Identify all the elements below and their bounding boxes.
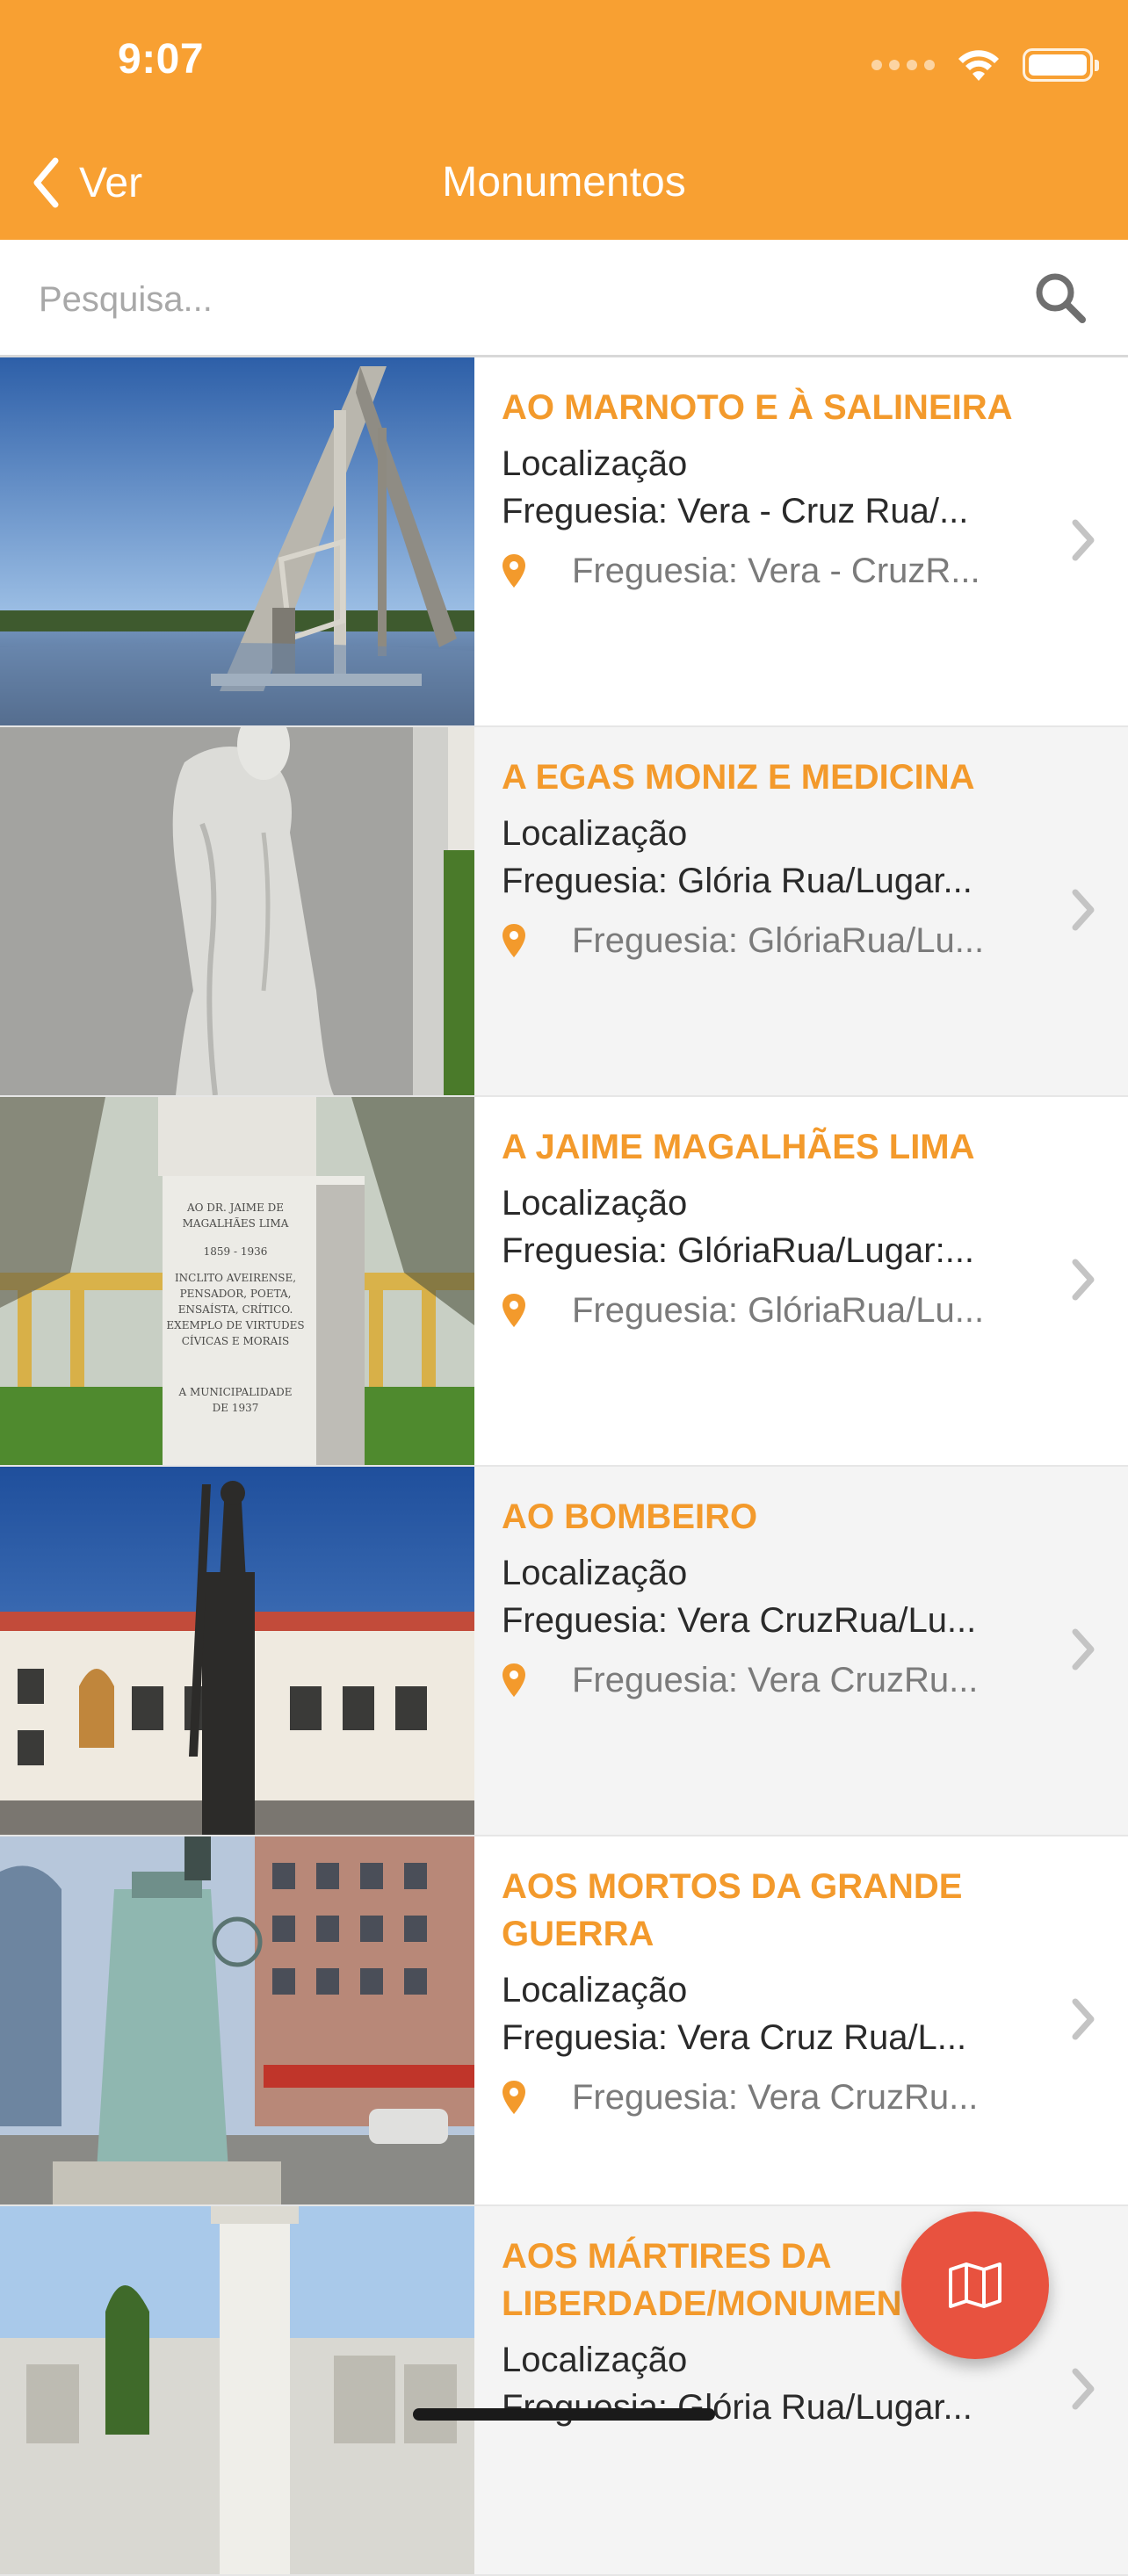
location-line: Freguesia: Glória Rua/Lugar...: [502, 2388, 973, 2427]
page-title: Monumentos: [442, 159, 686, 206]
item-content: A EGAS MONIZ E MEDICINA Localização Freg…: [502, 754, 1038, 964]
list-item[interactable]: A EGAS MONIZ E MEDICINA Localização Freg…: [0, 727, 1128, 1097]
location-line: Freguesia: Vera Cruz Rua/L...: [502, 2018, 967, 2057]
chevron-left-icon: [33, 157, 59, 208]
monument-thumbnail: AO DR. JAIME DE MAGALHÃES LIMA 1859 - 19…: [0, 1097, 474, 1465]
list-item[interactable]: AO MARNOTO E À SALINEIRA Localização Fre…: [0, 357, 1128, 727]
status-icons: [871, 39, 1099, 91]
plaque-line: A MUNICIPALIDADE: [177, 1386, 292, 1398]
map-pin-icon: [503, 554, 525, 588]
plaque-line: DE 1937: [213, 1402, 259, 1414]
address-text: Freguesia: Vera CruzRu...: [572, 1661, 979, 1699]
plaque-line: 1859 - 1936: [204, 1245, 268, 1258]
chevron-right-icon: [1072, 889, 1095, 931]
search-input[interactable]: [39, 264, 987, 335]
address-row: Freguesia: Vera CruzRu...: [502, 1656, 1038, 1704]
app-header: 9:07 Monumentos Ver: [0, 0, 1128, 240]
monument-thumbnail: [0, 357, 474, 725]
monument-thumbnail: [0, 2206, 474, 2574]
status-time: 9:07: [118, 36, 205, 83]
cellular-signal-icon: [871, 60, 935, 70]
address-row: Freguesia: GlóriaRua/Lu...: [502, 917, 1038, 964]
list-item[interactable]: AO DR. JAIME DE MAGALHÃES LIMA 1859 - 19…: [0, 1097, 1128, 1467]
battery-icon: [1023, 48, 1099, 82]
address-row: Freguesia: Vera - CruzR...: [502, 547, 1038, 595]
plaque-line: INCLITO AVEIRENSE,: [175, 1272, 296, 1284]
chevron-right-icon: [1072, 1998, 1095, 2040]
location-line: Freguesia: Glória Rua/Lugar...: [502, 862, 973, 900]
plaque-line: EXEMPLO DE VIRTUDES: [166, 1319, 304, 1331]
location-line: Freguesia: GlóriaRua/Lugar:...: [502, 1231, 975, 1270]
nav-title-wrap: Monumentos: [0, 148, 1128, 218]
location-label: Localização: [502, 1971, 688, 2010]
item-title: AO MARNOTO E À SALINEIRA: [502, 388, 1013, 427]
location-label: Localização: [502, 1184, 688, 1223]
plaque-line: MAGALHÃES LIMA: [183, 1216, 289, 1230]
item-title: A JAIME MAGALHÃES LIMA: [502, 1128, 975, 1166]
map-pin-icon: [503, 1294, 525, 1327]
search-bar: [0, 240, 1128, 357]
plaque-line: PENSADOR, POETA,: [180, 1288, 292, 1300]
home-indicator[interactable]: [413, 2408, 715, 2421]
address-row: Freguesia: GlóriaRua/Lu...: [502, 1287, 1038, 1334]
item-content: AOS MORTOS DA GRANDE GUERRA Localização …: [502, 1863, 1038, 2121]
item-title: AO BOMBEIRO: [502, 1497, 758, 1536]
address-text: Freguesia: GlóriaRua/Lu...: [572, 1291, 985, 1330]
wifi-icon: [958, 50, 999, 81]
chevron-right-icon: [1072, 2368, 1095, 2410]
monument-thumbnail: [0, 1467, 474, 1835]
list-item[interactable]: AOS MORTOS DA GRANDE GUERRA Localização …: [0, 1836, 1128, 2206]
map-view-button[interactable]: [901, 2212, 1049, 2359]
magnifier-icon[interactable]: [1033, 271, 1088, 325]
address-text: Freguesia: GlóriaRua/Lu...: [572, 921, 985, 960]
monument-thumbnail: [0, 1836, 474, 2204]
address-row: Freguesia: Vera CruzRu...: [502, 2074, 1038, 2121]
item-content: AO BOMBEIRO Localização Freguesia: Vera …: [502, 1493, 1038, 1704]
list-item[interactable]: AO BOMBEIRO Localização Freguesia: Vera …: [0, 1467, 1128, 1836]
map-icon: [949, 2262, 1001, 2308]
location-label: Localização: [502, 814, 688, 853]
map-pin-icon: [503, 1663, 525, 1697]
back-button[interactable]: Ver: [32, 148, 142, 218]
item-title: A EGAS MONIZ E MEDICINA: [502, 758, 975, 797]
address-text: Freguesia: Vera - CruzR...: [572, 552, 980, 590]
location-line: Freguesia: Vera - Cruz Rua/...: [502, 492, 969, 530]
location-label: Localização: [502, 444, 688, 483]
location-label: Localização: [502, 1554, 688, 1592]
monument-thumbnail: [0, 727, 474, 1095]
item-content: A JAIME MAGALHÃES LIMA Localização Fregu…: [502, 1123, 1038, 1334]
item-title: AOS MORTOS DA GRANDE GUERRA: [502, 1867, 963, 1953]
back-label: Ver: [79, 159, 143, 206]
map-pin-icon: [503, 2081, 525, 2114]
item-content: AO MARNOTO E À SALINEIRA Localização Fre…: [502, 384, 1038, 595]
address-text: Freguesia: Vera CruzRu...: [572, 2078, 979, 2117]
location-line: Freguesia: Vera CruzRua/Lu...: [502, 1601, 977, 1640]
chevron-right-icon: [1072, 1259, 1095, 1301]
plaque-line: CÍVICAS E MORAIS: [182, 1334, 290, 1347]
map-pin-icon: [503, 924, 525, 957]
chevron-right-icon: [1072, 519, 1095, 561]
plaque-line: ENSAÍSTA, CRÍTICO.: [178, 1302, 293, 1316]
plaque-line: AO DR. JAIME DE: [186, 1201, 284, 1214]
chevron-right-icon: [1072, 1628, 1095, 1670]
